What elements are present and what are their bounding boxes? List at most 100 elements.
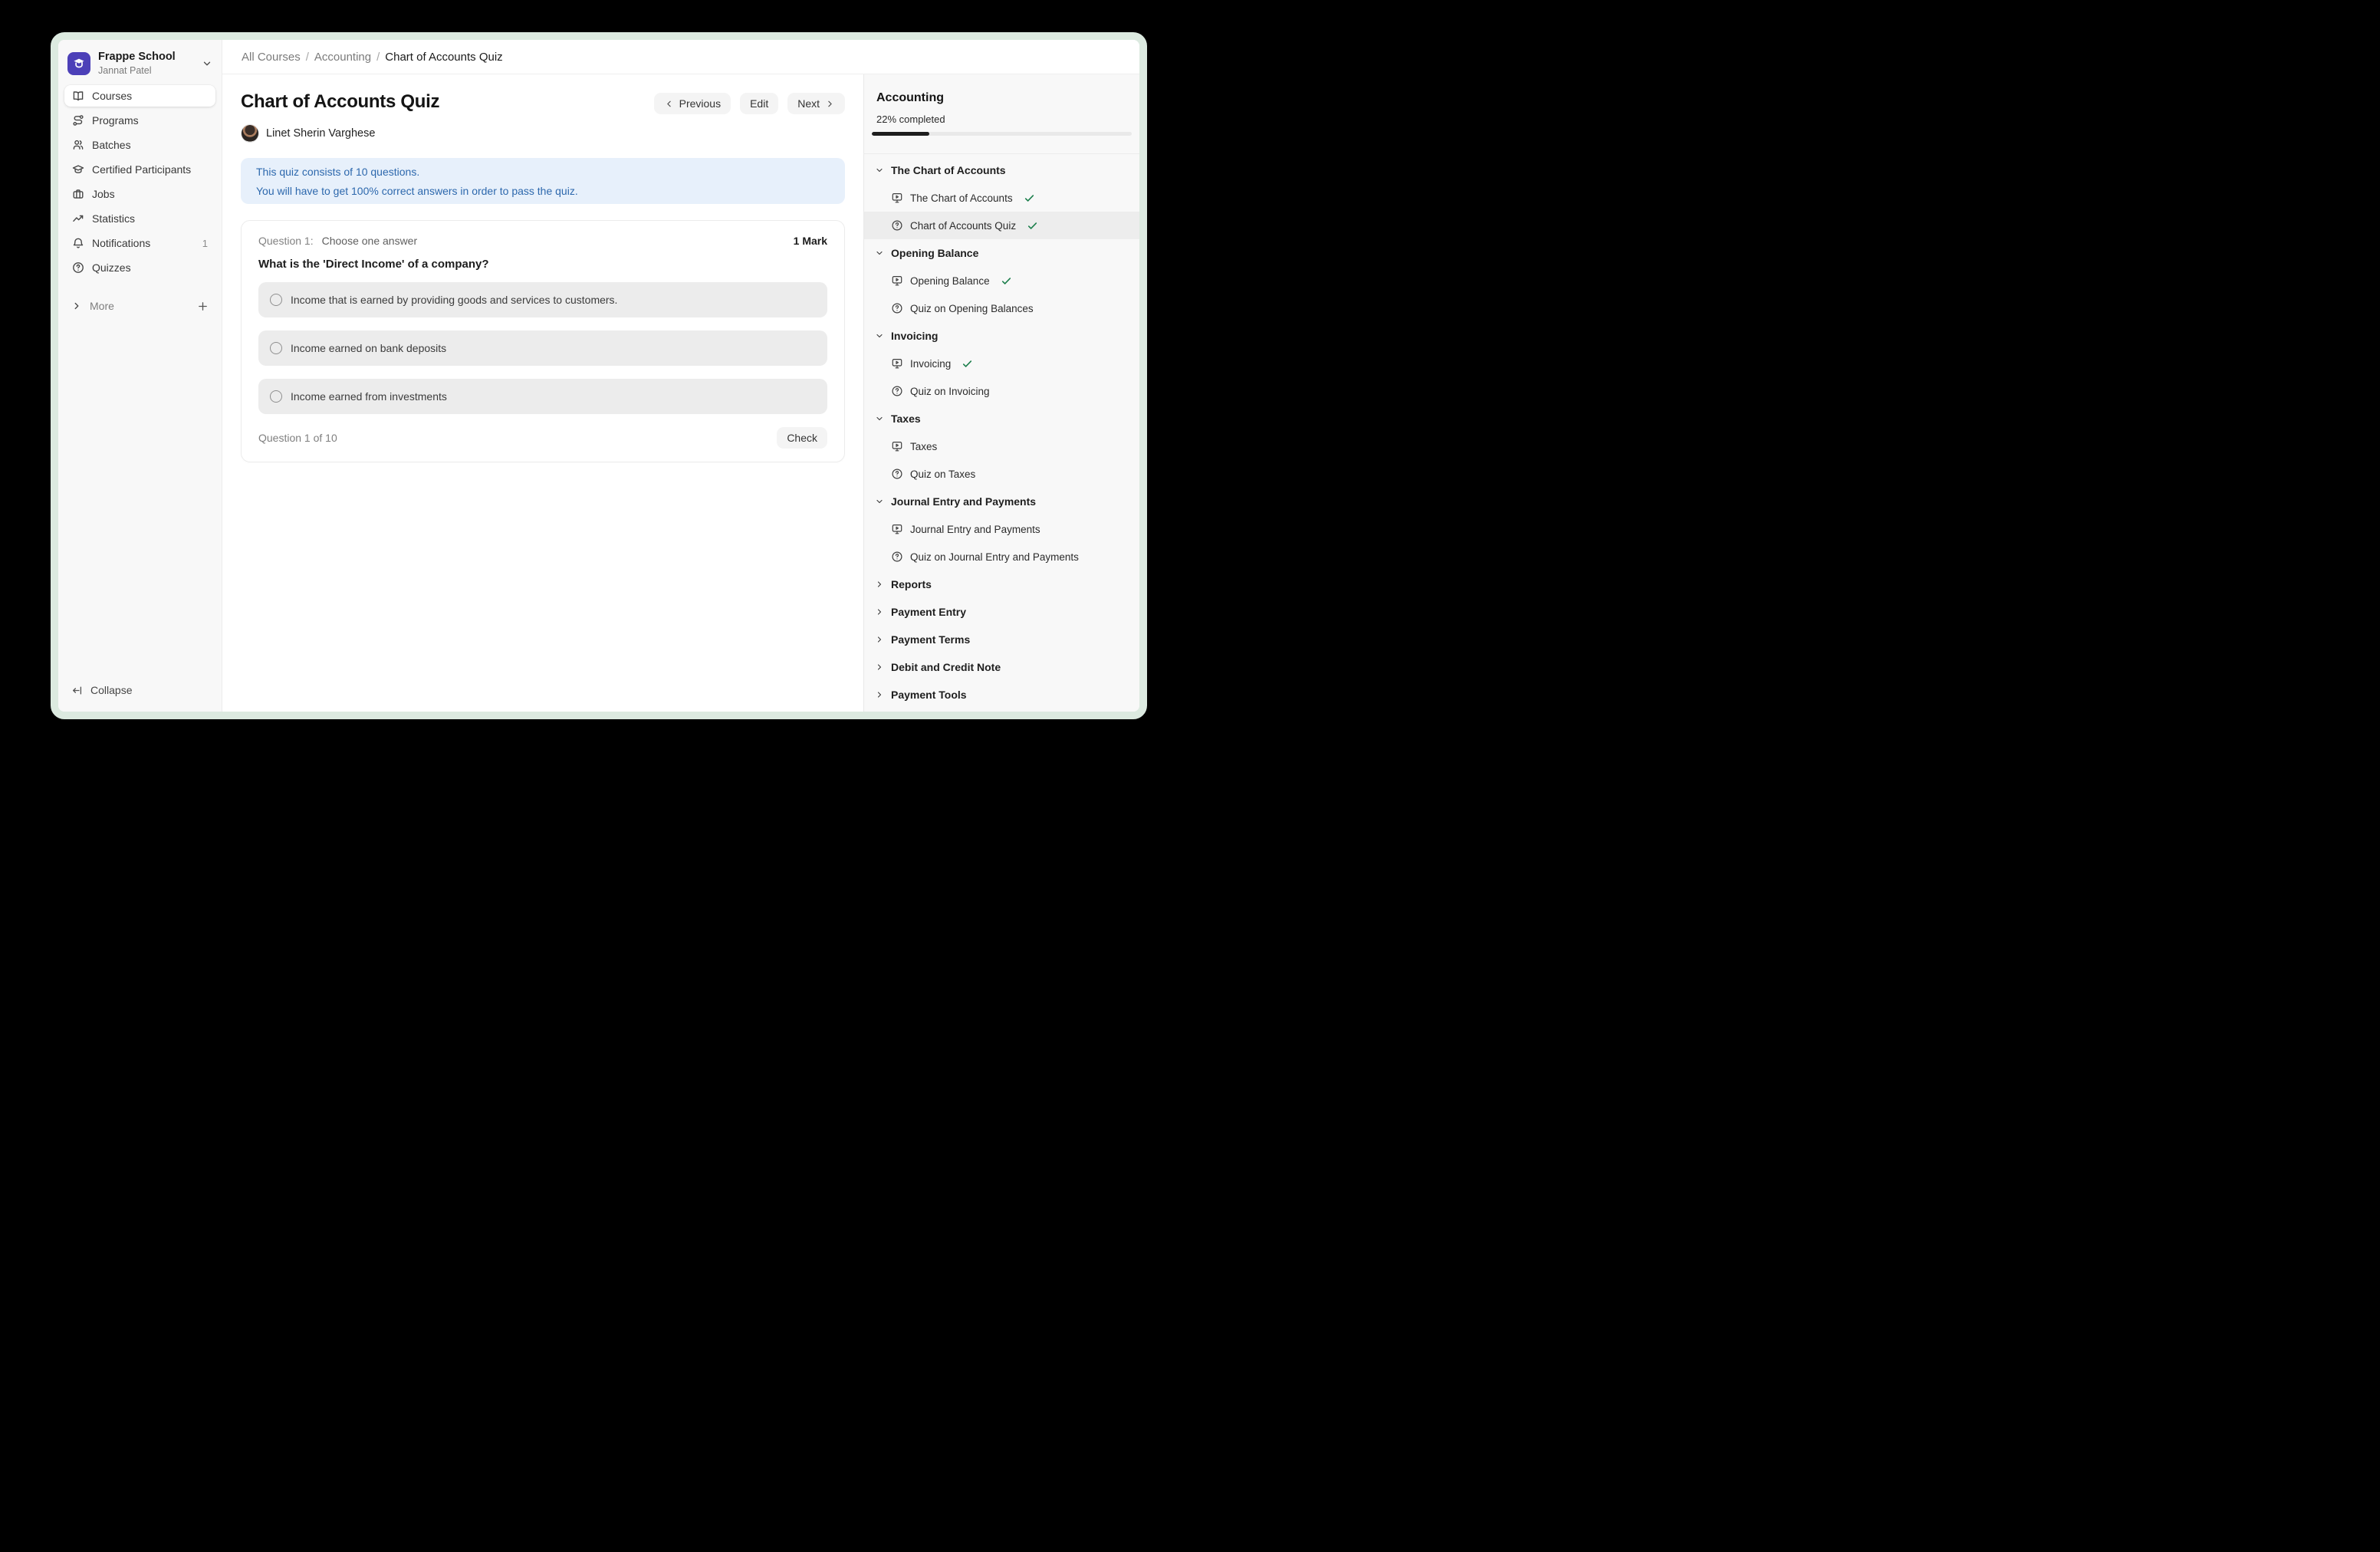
chevron-down-icon	[875, 248, 884, 258]
book-open-icon	[72, 90, 84, 102]
collapse-sidebar-button[interactable]: Collapse	[64, 679, 216, 701]
quiz-option[interactable]: Income earned on bank deposits	[258, 330, 827, 366]
left-sidebar: Frappe School Jannat Patel Courses Progr…	[58, 40, 222, 712]
course-progress-bar	[872, 132, 1132, 136]
course-outline[interactable]: The Chart of Accounts The Chart of Accou…	[864, 154, 1139, 712]
chevron-down-icon	[875, 496, 884, 507]
question-instruction: Choose one answer	[322, 235, 418, 247]
outline-section-invoicing: Invoicing Invoicing Quiz on Invoicing	[864, 322, 1139, 405]
sidebar-item-more[interactable]: More	[64, 295, 216, 317]
outline-section-header[interactable]: Opening Balance	[864, 239, 1139, 267]
chevron-right-icon	[875, 579, 884, 590]
chevron-left-icon	[664, 99, 674, 109]
help-circle-icon	[72, 261, 84, 274]
outline-item-journal-entry-and-payments[interactable]: Journal Entry and Payments	[864, 515, 1139, 543]
chevron-down-icon	[875, 330, 884, 341]
collapse-icon	[71, 685, 83, 696]
sidebar-item-quizzes[interactable]: Quizzes	[64, 257, 215, 278]
quiz-icon	[891, 468, 903, 480]
chevron-right-icon	[875, 662, 884, 672]
sidebar-item-programs[interactable]: Programs	[64, 110, 215, 131]
outline-item-invoicing[interactable]: Invoicing	[864, 350, 1139, 377]
lesson-icon	[891, 357, 903, 370]
breadcrumb-accounting[interactable]: Accounting	[314, 51, 371, 64]
route-icon	[72, 114, 84, 127]
quiz-card: Question 1: Choose one answer 1 Mark Wha…	[241, 220, 845, 462]
outline-section-header[interactable]: Payment Terms	[864, 626, 1139, 653]
sidebar-item-jobs[interactable]: Jobs	[64, 183, 215, 205]
outline-section-header[interactable]: Debit and Credit Note	[864, 653, 1139, 681]
breadcrumb-all-courses[interactable]: All Courses	[242, 51, 301, 64]
outline-item-quiz-on-taxes[interactable]: Quiz on Taxes	[864, 460, 1139, 488]
quiz-notice-banner: This quiz consists of 10 questions. You …	[241, 158, 845, 204]
outline-section-header[interactable]: Taxes	[864, 405, 1139, 432]
notice-line: You will have to get 100% correct answer…	[256, 185, 830, 197]
question-text: What is the 'Direct Income' of a company…	[258, 258, 827, 271]
quiz-option[interactable]: Income that is earned by providing goods…	[258, 282, 827, 317]
lesson-icon	[891, 275, 903, 287]
sidebar-item-notifications[interactable]: Notifications 1	[64, 232, 215, 254]
radio-button[interactable]	[270, 294, 282, 306]
outline-section-header[interactable]: Payment Tools	[864, 681, 1139, 709]
frappe-school-logo	[67, 52, 90, 75]
outline-item-quiz-on-invoicing[interactable]: Quiz on Invoicing	[864, 377, 1139, 405]
outline-section-header[interactable]: Payment Entry	[864, 598, 1139, 626]
outline-section-payment-entry: Payment Entry	[864, 598, 1139, 626]
radio-button[interactable]	[270, 390, 282, 403]
sidebar-item-courses[interactable]: Courses	[64, 85, 215, 107]
notification-count-badge: 1	[202, 238, 208, 249]
outline-section-debit-and-credit-note: Debit and Credit Note	[864, 653, 1139, 681]
outline-section-header[interactable]: Invoicing	[864, 322, 1139, 350]
trending-up-icon	[72, 212, 84, 225]
breadcrumb-current: Chart of Accounts Quiz	[385, 51, 502, 64]
quiz-options: Income that is earned by providing goods…	[258, 282, 827, 414]
sidebar-item-certified-participants[interactable]: Certified Participants	[64, 159, 215, 180]
outline-item-chart-of-accounts-quiz[interactable]: Chart of Accounts Quiz	[864, 212, 1139, 239]
quiz-icon	[891, 551, 903, 563]
quiz-icon	[891, 302, 903, 314]
outline-item-taxes[interactable]: Taxes	[864, 432, 1139, 460]
notice-line: This quiz consists of 10 questions.	[256, 166, 830, 178]
lesson-icon	[891, 192, 903, 204]
quiz-author: Linet Sherin Varghese	[241, 124, 845, 143]
plus-icon[interactable]	[197, 301, 209, 312]
outline-item-quiz-on-opening-balances[interactable]: Quiz on Opening Balances	[864, 294, 1139, 322]
outline-section-journal-entry-and-payments: Journal Entry and Payments Journal Entry…	[864, 488, 1139, 570]
outline-section-header[interactable]: Journal Entry and Payments	[864, 488, 1139, 515]
question-number-label: Question 1:	[258, 235, 314, 247]
edit-button[interactable]: Edit	[740, 93, 778, 114]
desktop-background: Frappe School Jannat Patel Courses Progr…	[0, 0, 1190, 776]
previous-button[interactable]: Previous	[654, 93, 731, 114]
graduation-cap-icon	[72, 163, 84, 176]
bell-icon	[72, 237, 84, 249]
next-button[interactable]: Next	[787, 93, 845, 114]
lesson-icon	[891, 523, 903, 535]
app-window: Frappe School Jannat Patel Courses Progr…	[51, 32, 1147, 719]
chevron-down-icon	[875, 165, 884, 176]
workspace-switcher[interactable]: Frappe School Jannat Patel	[64, 49, 216, 85]
outline-item-opening-balance[interactable]: Opening Balance	[864, 267, 1139, 294]
radio-button[interactable]	[270, 342, 282, 354]
sidebar-item-batches[interactable]: Batches	[64, 134, 215, 156]
chevron-down-icon[interactable]	[202, 58, 212, 69]
quiz-icon	[891, 219, 903, 232]
outline-section-the-chart-of-accounts: The Chart of Accounts The Chart of Accou…	[864, 156, 1139, 239]
outline-item-quiz-on-journal-entry-and-payments[interactable]: Quiz on Journal Entry and Payments	[864, 543, 1139, 570]
chevron-down-icon	[875, 413, 884, 424]
collapse-label: Collapse	[90, 684, 132, 696]
check-icon	[962, 358, 973, 370]
outline-section-reports: Reports	[864, 570, 1139, 598]
breadcrumb: All Courses / Accounting / Chart of Acco…	[222, 40, 1139, 74]
briefcase-icon	[72, 188, 84, 200]
outline-section-header[interactable]: The Chart of Accounts	[864, 156, 1139, 184]
check-answer-button[interactable]: Check	[777, 427, 827, 449]
outline-item-the-chart-of-accounts[interactable]: The Chart of Accounts	[864, 184, 1139, 212]
check-icon	[1024, 192, 1035, 204]
chevron-right-icon	[875, 607, 884, 617]
users-icon	[72, 139, 84, 151]
course-title: Accounting	[876, 91, 1132, 104]
sidebar-item-statistics[interactable]: Statistics	[64, 208, 215, 229]
outline-section-header[interactable]: Reports	[864, 570, 1139, 598]
outline-section-payment-tools: Payment Tools	[864, 681, 1139, 709]
quiz-option[interactable]: Income earned from investments	[258, 379, 827, 414]
